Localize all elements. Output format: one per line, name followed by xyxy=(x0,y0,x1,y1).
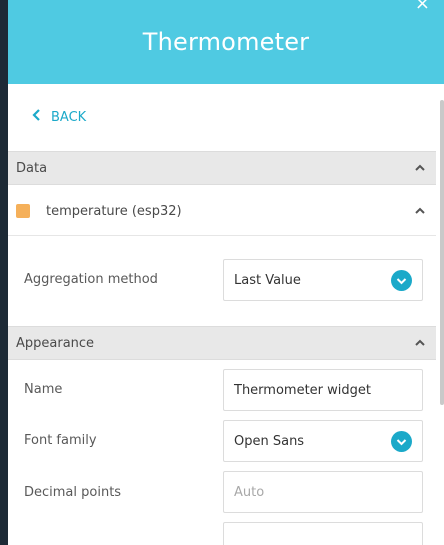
chevron-up-icon[interactable] xyxy=(414,337,426,349)
back-button[interactable]: BACK xyxy=(32,109,86,125)
chevron-up-icon[interactable] xyxy=(414,205,426,217)
datasource-row[interactable]: temperature (esp32) xyxy=(8,187,436,236)
scrollbar[interactable] xyxy=(440,100,444,405)
aggregation-method-select[interactable]: Last Value xyxy=(223,259,423,301)
panel-title: Thermometer xyxy=(142,28,310,56)
decimal-points-placeholder: Auto xyxy=(234,484,265,500)
data-section-title: Data xyxy=(16,160,48,176)
back-label: BACK xyxy=(51,109,87,125)
decimal-points-label: Decimal points xyxy=(24,485,122,500)
chevron-up-icon[interactable] xyxy=(414,162,426,174)
datasource-label: temperature (esp32) xyxy=(46,203,182,219)
datasource-color-swatch xyxy=(16,204,30,218)
appearance-section-title: Appearance xyxy=(16,335,95,351)
chevron-down-icon[interactable] xyxy=(391,270,412,291)
name-label: Name xyxy=(24,382,63,397)
aggregation-method-label: Aggregation method xyxy=(24,272,158,287)
aggregation-method-value: Last Value xyxy=(234,272,301,288)
font-family-value: Open Sans xyxy=(234,433,305,449)
appearance-section-header[interactable]: Appearance xyxy=(8,326,436,360)
decimal-points-input[interactable]: Auto xyxy=(223,471,423,513)
font-family-label: Font family xyxy=(24,433,97,448)
name-value: Thermometer widget xyxy=(234,382,371,398)
font-family-select[interactable]: Open Sans xyxy=(223,420,423,462)
chevron-left-icon xyxy=(32,109,41,125)
panel-header: Thermometer × xyxy=(8,0,444,84)
close-icon[interactable]: × xyxy=(415,0,430,13)
widget-settings-panel: Thermometer × BACK Data temperature (esp… xyxy=(8,0,444,545)
next-field-input[interactable] xyxy=(223,522,423,545)
name-input[interactable]: Thermometer widget xyxy=(223,369,423,411)
chevron-down-icon[interactable] xyxy=(391,431,412,452)
data-section-header[interactable]: Data xyxy=(8,151,436,185)
